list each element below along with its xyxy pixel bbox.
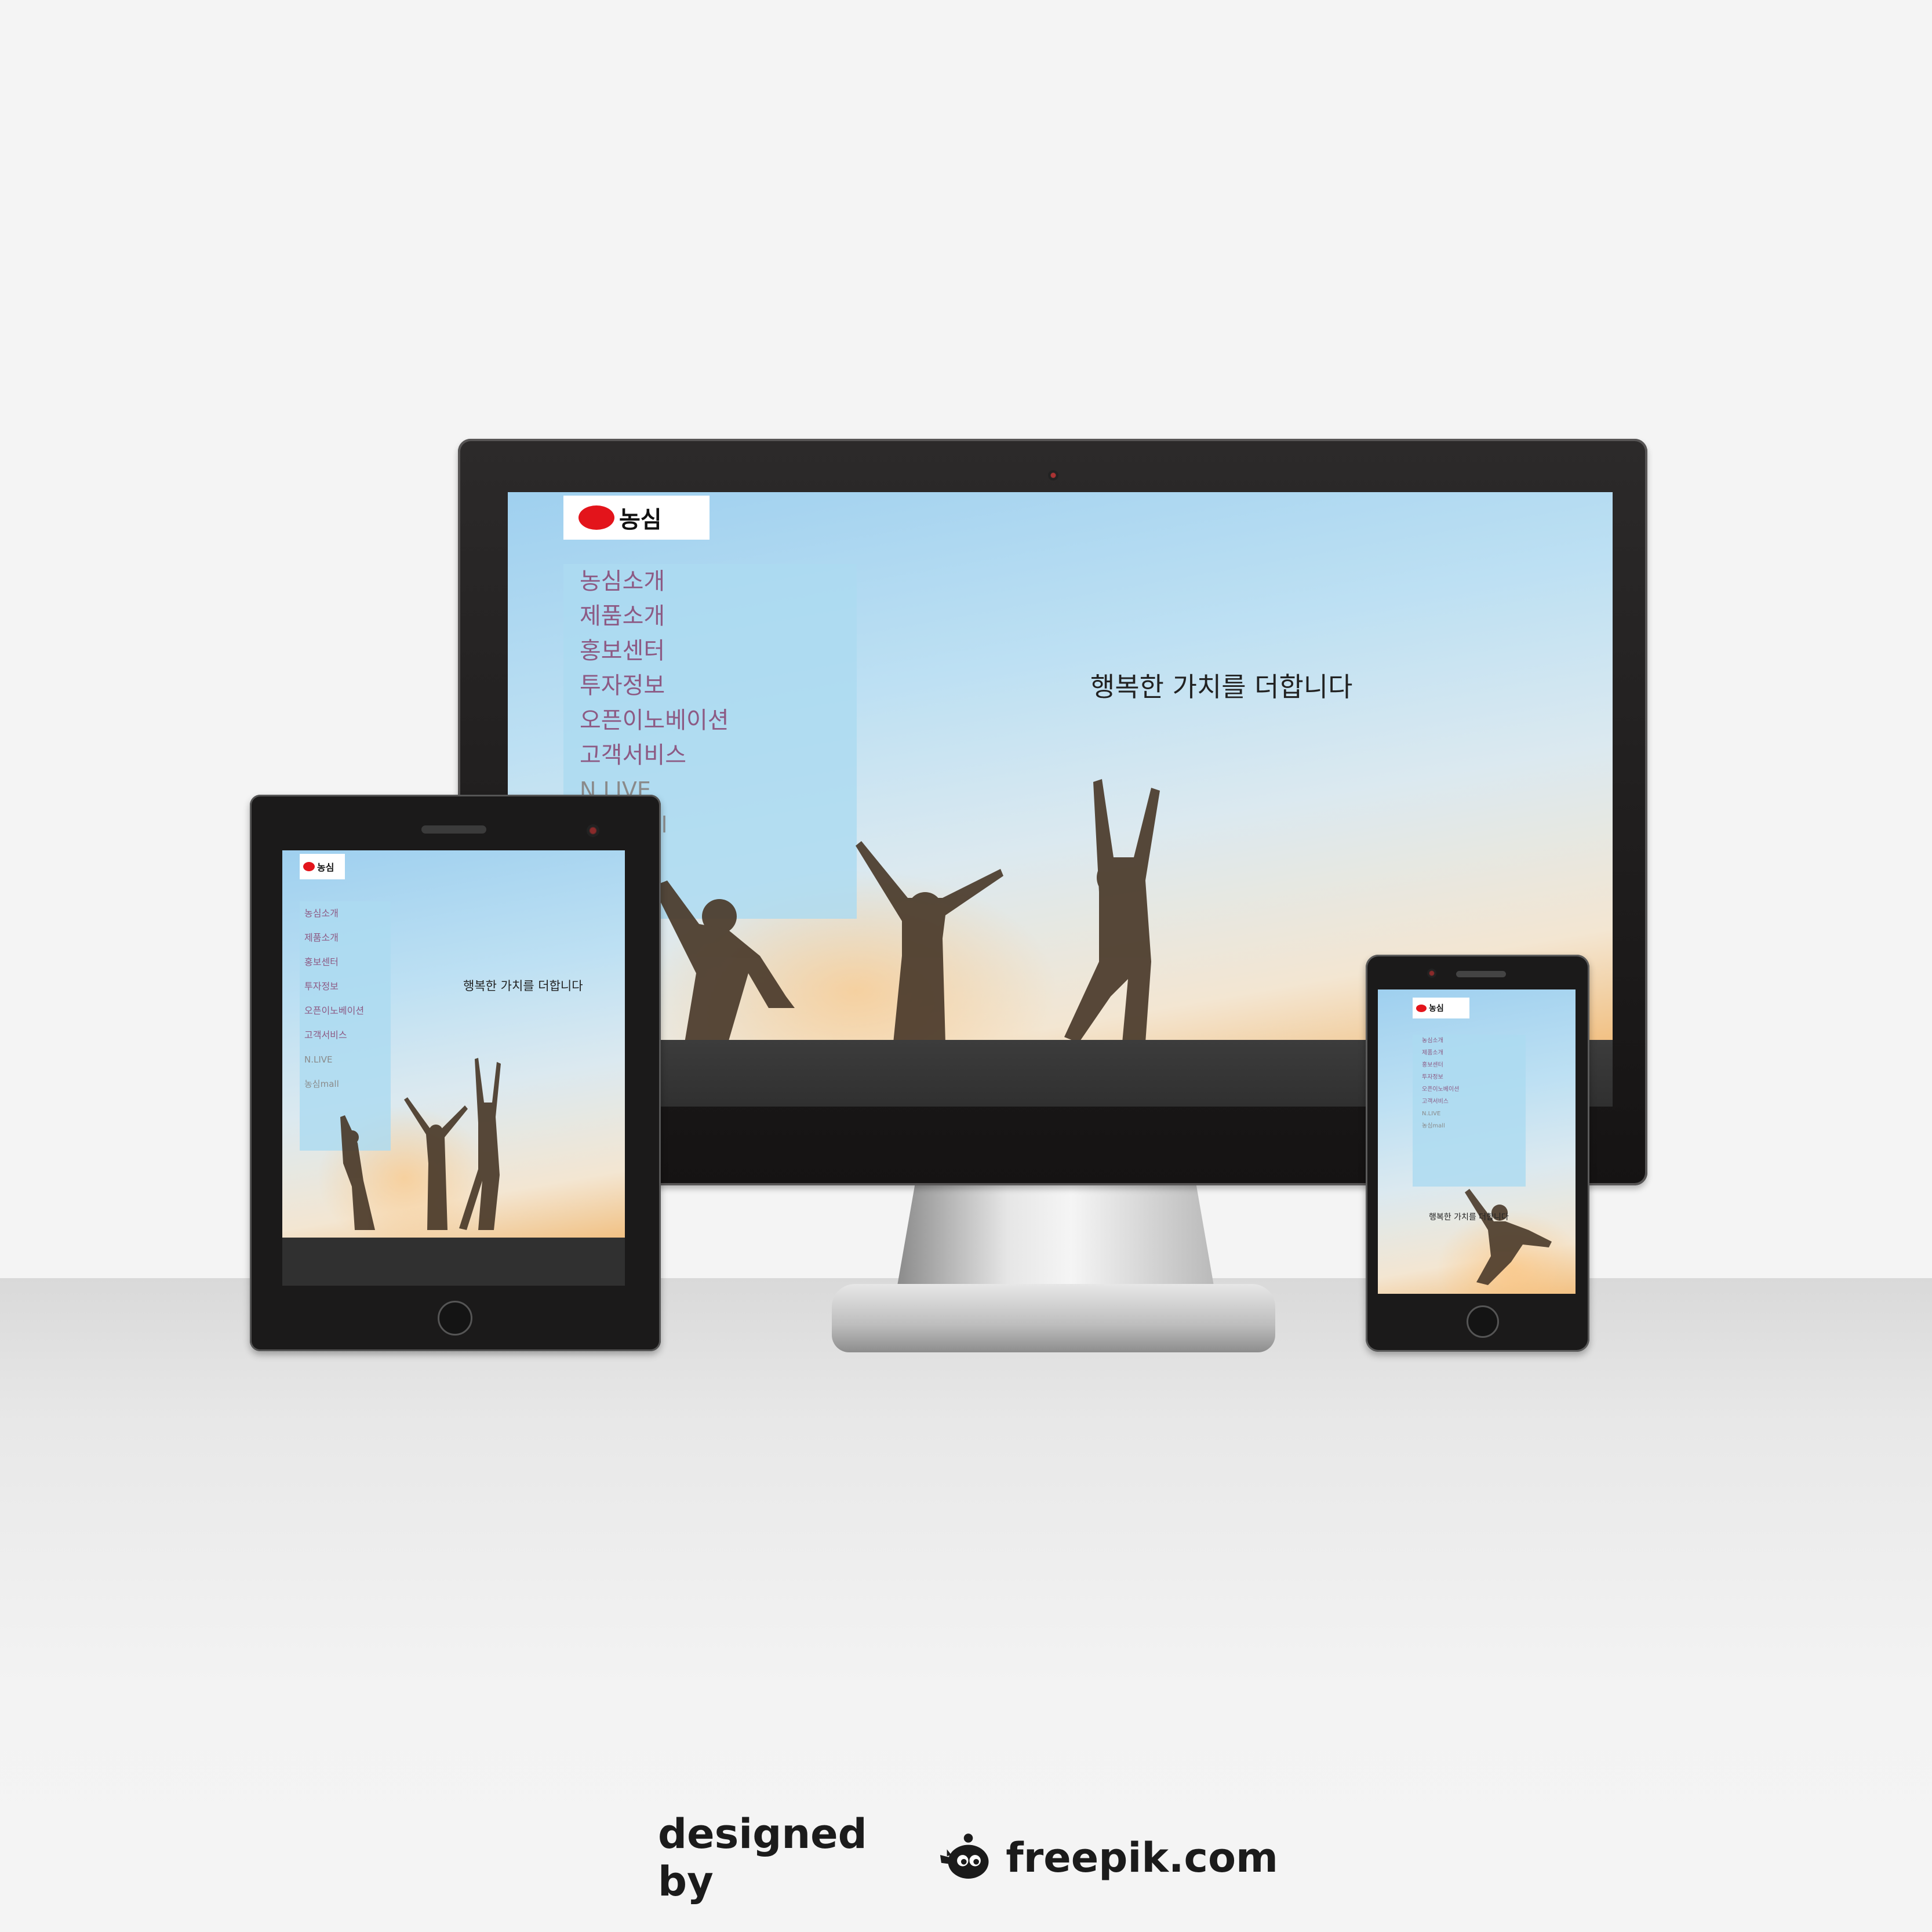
menu-item-open-innovation[interactable]: 오픈이노베이션: [304, 999, 391, 1023]
logo-mark-icon: [1416, 1004, 1427, 1012]
hero-headline: 행복한 가치를 더합니다: [1090, 671, 1353, 703]
hero-headline: 행복한 가치를 더합니다: [1429, 1213, 1509, 1222]
watermark-prefix: designed by: [658, 1810, 867, 1905]
logo-text: 농심: [619, 507, 662, 533]
hero-headline: 행복한 가치를 더합니다: [463, 979, 583, 993]
logo[interactable]: 농심: [300, 854, 345, 879]
menu-item-pr[interactable]: 홍보센터: [1422, 1059, 1526, 1071]
camera-icon: [1048, 470, 1058, 481]
logo-mark-icon: [578, 505, 614, 530]
watermark: designed by freepik.com: [658, 1810, 1278, 1905]
home-button-icon[interactable]: [438, 1301, 472, 1336]
menu-item-customer-service[interactable]: 고객서비스: [304, 1023, 391, 1047]
menu-item-pr[interactable]: 홍보센터: [580, 634, 857, 668]
menu-item-products[interactable]: 제품소개: [580, 599, 857, 634]
logo-mark-icon: [303, 862, 315, 871]
logo-text: 농심: [1429, 1004, 1444, 1013]
menu-item-about[interactable]: 농심소개: [580, 564, 857, 599]
menu-item-mall[interactable]: 농심mall: [1422, 1120, 1526, 1132]
camera-icon: [1427, 969, 1436, 978]
people-silhouette-image: [653, 779, 1160, 1040]
menu-item-investors[interactable]: 투자정보: [304, 974, 391, 999]
home-button-icon[interactable]: [1467, 1305, 1499, 1338]
camera-icon: [587, 824, 599, 837]
website-hero: 농심 농심소개 제품소개 홍보센터 투자정보 오픈이노베이션 고객서비스 N.L…: [1378, 989, 1576, 1294]
logo[interactable]: 농심: [1413, 998, 1469, 1018]
freepik-mascot-icon: [940, 1833, 989, 1879]
tablet-screen: 농심 농심소개 제품소개 홍보센터 투자정보 오픈이노베이션 고객서비스 N.L…: [282, 850, 625, 1238]
website-hero: 농심 농심소개 제품소개 홍보센터 투자정보 오픈이노베이션 고객서비스 N.L…: [282, 850, 625, 1238]
people-silhouette-image: [340, 1058, 501, 1230]
logo-text: 농심: [317, 862, 334, 873]
menu-item-customer-service[interactable]: 고객서비스: [1422, 1096, 1526, 1108]
monitor-stand-neck: [896, 1185, 1216, 1296]
menu-item-investors[interactable]: 투자정보: [1422, 1071, 1526, 1083]
menu-item-nlive[interactable]: N.LIVE: [1422, 1108, 1526, 1120]
phone-speaker: [1456, 971, 1506, 977]
phone-screen: 농심 농심소개 제품소개 홍보센터 투자정보 오픈이노베이션 고객서비스 N.L…: [1378, 989, 1576, 1294]
nav-menu: 농심소개 제품소개 홍보센터 투자정보 오픈이노베이션 고객서비스 N.LIVE…: [1413, 1035, 1526, 1187]
tablet-screen-footer: [282, 1238, 625, 1286]
menu-item-about[interactable]: 농심소개: [1422, 1035, 1526, 1047]
watermark-brand: freepik.com: [1006, 1834, 1278, 1882]
monitor-stand-base: [832, 1284, 1275, 1352]
menu-item-open-innovation[interactable]: 오픈이노베이션: [580, 703, 857, 738]
menu-item-products[interactable]: 제품소개: [304, 926, 391, 950]
menu-item-pr[interactable]: 홍보센터: [304, 950, 391, 974]
logo[interactable]: 농심: [563, 496, 710, 540]
menu-item-investors[interactable]: 투자정보: [580, 668, 857, 703]
tablet-speaker: [421, 825, 486, 834]
menu-item-open-innovation[interactable]: 오픈이노베이션: [1422, 1083, 1526, 1096]
menu-item-about[interactable]: 농심소개: [304, 901, 391, 926]
menu-item-products[interactable]: 제품소개: [1422, 1047, 1526, 1059]
people-silhouette-image: [1465, 1189, 1552, 1285]
